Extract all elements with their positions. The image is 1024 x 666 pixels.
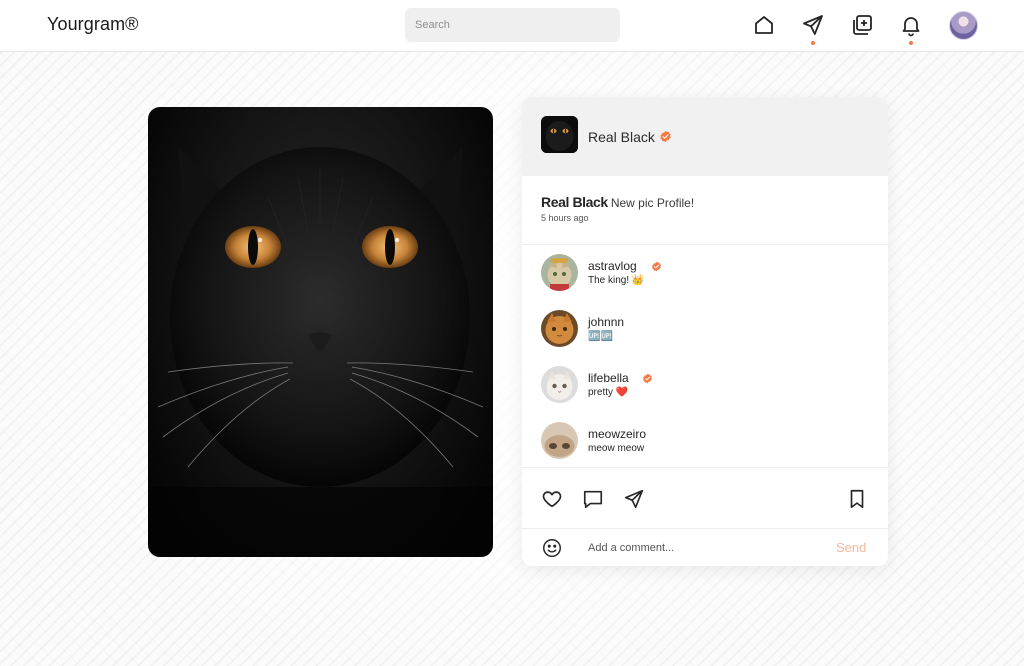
divider: [522, 467, 888, 468]
post-detail-panel: Real Black Real Black New pic Profile! 5 …: [522, 97, 888, 566]
comment-username[interactable]: lifebella: [588, 371, 629, 385]
add-post-icon[interactable]: [850, 13, 874, 37]
owner-avatar[interactable]: [541, 116, 578, 153]
comment-username[interactable]: johnnn: [588, 315, 624, 329]
send-comment-button[interactable]: Send: [836, 540, 866, 555]
verified-badge-icon: [659, 130, 672, 143]
notifications-dot: [909, 41, 913, 45]
post-header: Real Black: [522, 97, 888, 176]
search-input[interactable]: [405, 8, 620, 42]
comment-avatar[interactable]: [541, 310, 578, 347]
post-image[interactable]: [148, 107, 493, 557]
comment-text: 🆙🆙: [588, 331, 613, 342]
comment-icon[interactable]: [582, 488, 604, 510]
comment-username[interactable]: astravlog: [588, 259, 637, 273]
comment-item: lifebella pretty ❤️: [541, 366, 871, 404]
comment-avatar[interactable]: [541, 366, 578, 403]
comment-avatar[interactable]: [541, 422, 578, 459]
heart-icon[interactable]: [541, 488, 563, 510]
comment-username[interactable]: meowzeiro: [588, 427, 646, 441]
profile-avatar[interactable]: [949, 11, 978, 40]
comment-item: meowzeiro meow meow: [541, 422, 871, 460]
comment-avatar[interactable]: [541, 254, 578, 291]
comment-text: pretty ❤️: [588, 387, 629, 398]
black-cat-illustration: [148, 147, 493, 557]
emoji-icon[interactable]: [541, 537, 563, 559]
brand-logo[interactable]: Yourgram®: [47, 14, 139, 35]
divider: [522, 528, 888, 529]
post-timestamp: 5 hours ago: [541, 213, 589, 223]
comment-item: johnnn 🆙🆙: [541, 310, 871, 348]
top-navigation-bar: Yourgram®: [0, 0, 1024, 52]
share-icon[interactable]: [623, 488, 645, 510]
messages-notification-dot: [811, 41, 815, 45]
comment-input[interactable]: [582, 535, 822, 561]
post-caption: Real Black New pic Profile!: [541, 194, 871, 212]
owner-username[interactable]: Real Black: [588, 129, 655, 145]
verified-badge-icon: [642, 373, 653, 384]
home-icon[interactable]: [752, 13, 776, 37]
send-icon[interactable]: [801, 13, 825, 37]
comment-text: The king! 👑: [588, 275, 645, 286]
comment-text: meow meow: [588, 443, 645, 454]
comment-item: astravlog The king! 👑: [541, 254, 871, 292]
caption-text: New pic Profile!: [610, 196, 695, 210]
bell-icon[interactable]: [899, 13, 923, 37]
verified-badge-icon: [651, 261, 662, 272]
divider: [522, 244, 888, 245]
bookmark-icon[interactable]: [846, 488, 868, 510]
caption-username[interactable]: Real Black: [541, 194, 608, 210]
